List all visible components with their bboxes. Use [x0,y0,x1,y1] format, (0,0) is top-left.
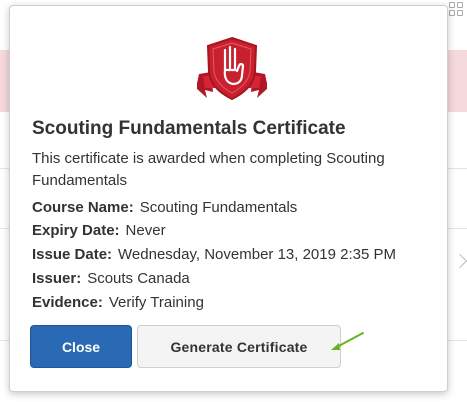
field-value: Never [125,222,166,239]
evidence-field: Evidence: Verify Training [32,294,204,311]
grid-icon[interactable] [449,2,465,18]
arrow-pointer-icon [331,332,364,350]
field-label: Issue Date: [32,246,113,263]
field-value: Wednesday, November 13, 2019 2:35 PM [118,246,396,263]
page-title: Scouting Fundamentals Certificate [32,118,346,139]
scout-salute-shield-icon [197,36,267,101]
field-label: Expiry Date: [32,222,120,239]
issue-date-field: Issue Date: Wednesday, November 13, 2019 … [32,246,396,263]
field-label: Issuer: [32,270,82,287]
close-button[interactable]: Close [30,325,132,368]
expiry-date-field: Expiry Date: Never [32,222,166,239]
course-name-field: Course Name: Scouting Fundamentals [32,199,297,216]
field-value: Scouting Fundamentals [139,199,298,216]
field-label: Evidence: [32,294,103,311]
field-value: Scouts Canada [87,270,190,287]
field-value: Verify Training [108,294,204,311]
field-label: Course Name: [32,199,134,216]
generate-certificate-button[interactable]: Generate Certificate [137,325,341,368]
certificate-description: This certificate is awarded when complet… [32,150,385,189]
certificate-modal: Scouting Fundamentals Certificate This c… [9,5,448,392]
issuer-field: Issuer: Scouts Canada [32,270,190,287]
chevron-right-icon [452,253,467,269]
